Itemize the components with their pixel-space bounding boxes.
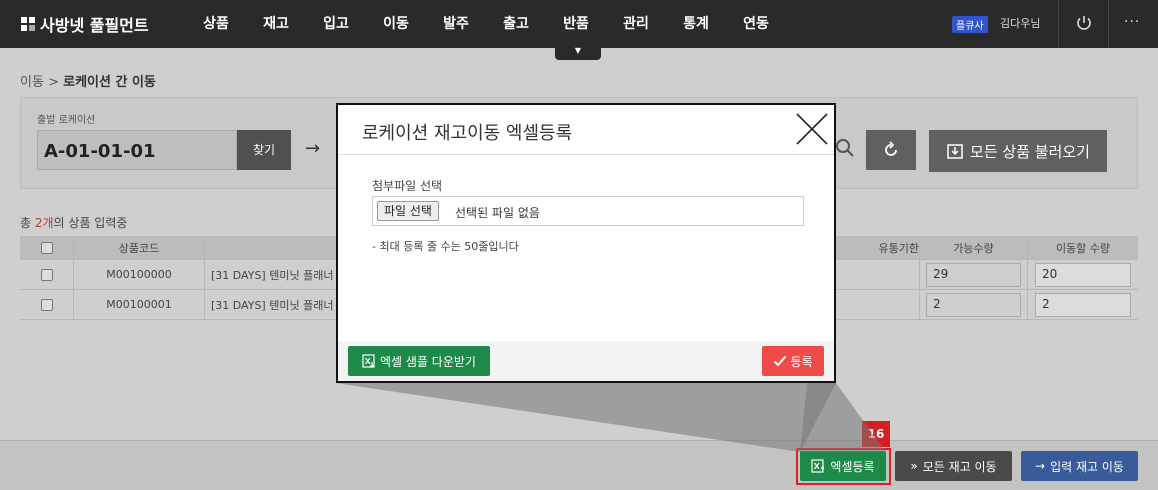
file-status-text: 선택된 파일 없음 (455, 206, 540, 220)
row-checkbox-cell (20, 290, 74, 319)
move-qty-input[interactable]: 2 (1035, 292, 1131, 317)
header-checkbox-cell (20, 236, 74, 259)
logo[interactable]: 사방넷 풀필먼트 (20, 12, 149, 36)
header-expiry: 유통기한 (878, 241, 919, 255)
step-highlight-box (796, 448, 891, 485)
step-number-badge: 16 (862, 421, 890, 447)
nav-item-integration[interactable]: 연동 (726, 0, 786, 48)
load-all-label: 모든 상품 불러오기 (970, 142, 1090, 161)
excel-upload-modal: 로케이션 재고이동 엑셀등록 첨부파일 선택 파일 선택 선택된 파일 없음 -… (336, 103, 836, 383)
row-checkbox[interactable] (40, 268, 53, 281)
breadcrumb-parent[interactable]: 이동 (20, 75, 44, 90)
breadcrumb-current: 로케이션 간 이동 (63, 75, 156, 90)
product-count: 총 2개의 상품 입력중 (20, 214, 127, 231)
refresh-icon (885, 141, 897, 156)
main-nav: 상품 재고 입고 이동 발주 출고 반품 관리 통계 연동 (186, 0, 786, 48)
file-select-label: 첨부파일 선택 (372, 179, 443, 193)
origin-location-label: 출발 로케이션 (37, 115, 96, 126)
move-all-label: 모든 재고 이동 (922, 459, 997, 474)
download-box-icon (947, 144, 963, 159)
download-sample-button[interactable]: 엑셀 샘플 다운받기 (348, 346, 490, 376)
move-all-stock-button[interactable]: » 모든 재고 이동 (895, 451, 1012, 481)
close-icon[interactable] (794, 111, 830, 147)
excel-icon (362, 354, 375, 368)
row-qty-cell: 20 (1028, 260, 1138, 289)
header-avail: 가능수량 (920, 236, 1028, 259)
arrow-right-icon: → (1035, 459, 1046, 473)
nav-item-stock[interactable]: 재고 (246, 0, 306, 48)
register-label: 등록 (790, 354, 813, 369)
row-avail-cell: 2 (920, 290, 1028, 319)
row-checkbox-cell (20, 260, 74, 289)
chevron-down-icon: ▼ (574, 46, 582, 55)
move-input-label: 입력 재고 이동 (1050, 459, 1124, 474)
row-checkbox[interactable] (40, 298, 53, 311)
modal-title: 로케이션 재고이동 엑셀등록 (362, 123, 573, 144)
find-button[interactable]: 찾기 (237, 130, 291, 170)
avail-field: 29 (926, 262, 1021, 287)
row-code: M00100001 (74, 290, 205, 319)
logo-icon (21, 17, 35, 31)
max-rows-note: - 최대 등록 줄 수는 50줄입니다 (372, 240, 519, 253)
nav-item-return[interactable]: 반품 (546, 0, 606, 48)
company-badge: 플큐사 (952, 16, 988, 33)
nav-divider (1058, 0, 1059, 48)
file-input[interactable]: 파일 선택 선택된 파일 없음 (372, 196, 804, 226)
search-icon[interactable] (833, 136, 857, 160)
header-code: 상품코드 (74, 236, 205, 259)
nav-divider (1108, 0, 1109, 48)
modal-footer: 엑셀 샘플 다운받기 등록 (338, 341, 834, 381)
nav-item-order[interactable]: 발주 (426, 0, 486, 48)
user-name[interactable]: 김다우님 (1000, 15, 1040, 31)
move-input-stock-button[interactable]: → 입력 재고 이동 (1021, 451, 1138, 481)
nav-item-outbound[interactable]: 출고 (486, 0, 546, 48)
breadcrumb: 이동 > 로케이션 간 이동 (20, 71, 156, 90)
breadcrumb-separator: > (48, 75, 59, 90)
header-qty: 이동할 수량 (1055, 241, 1111, 255)
count-prefix: 총 (20, 216, 35, 230)
refresh-button[interactable] (866, 130, 916, 170)
more-icon[interactable]: ··· (1124, 14, 1140, 30)
power-icon[interactable] (1075, 14, 1093, 32)
register-button[interactable]: 등록 (762, 346, 824, 376)
move-qty-input[interactable]: 20 (1035, 262, 1131, 287)
choose-file-button[interactable]: 파일 선택 (377, 201, 439, 221)
avail-field: 2 (926, 292, 1021, 317)
row-code: M00100000 (74, 260, 205, 289)
row-qty-cell: 2 (1028, 290, 1138, 319)
row-avail-cell: 29 (920, 260, 1028, 289)
arrow-right-icon: → (305, 138, 321, 159)
logo-text: 사방넷 풀필먼트 (40, 16, 149, 35)
top-navbar: 사방넷 풀필먼트 상품 재고 입고 이동 발주 출고 반품 관리 통계 연동 플… (0, 0, 1158, 48)
select-all-checkbox[interactable] (40, 241, 53, 254)
nav-item-inbound[interactable]: 입고 (306, 0, 366, 48)
nav-item-stats[interactable]: 통계 (666, 0, 726, 48)
count-suffix: 의 상품 입력중 (53, 216, 128, 230)
download-sample-label: 엑셀 샘플 다운받기 (380, 354, 476, 369)
nav-item-move[interactable]: 이동 (366, 0, 426, 48)
nav-item-product[interactable]: 상품 (186, 0, 246, 48)
menu-expand-tab[interactable]: ▼ (555, 44, 601, 60)
origin-location-input[interactable]: A-01-01-01 (37, 130, 237, 170)
count-number: 2개 (34, 216, 54, 230)
check-icon (774, 355, 787, 367)
nav-item-manage[interactable]: 관리 (606, 0, 666, 48)
modal-divider (338, 154, 834, 155)
double-chevron-right-icon: » (910, 459, 918, 473)
load-all-products-button[interactable]: 모든 상품 불러오기 (929, 130, 1107, 172)
